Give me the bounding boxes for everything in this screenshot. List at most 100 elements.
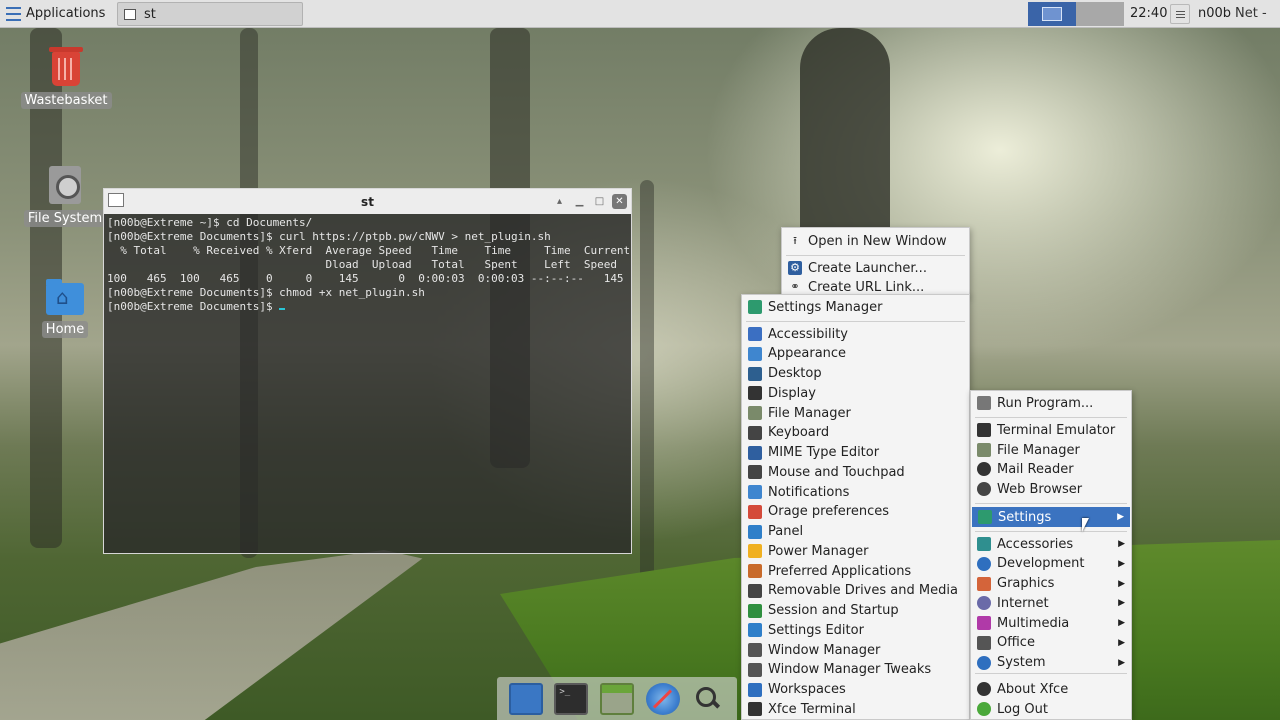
desktop-icon-wastebasket[interactable]: Wastebasket [20,47,112,109]
menu-item-display[interactable]: Display [742,383,969,403]
terminal-line: Dload Upload Total Spent Left Speed [107,258,617,271]
menu-item-power[interactable]: Power Manager [742,541,969,561]
menu-item-label: Multimedia [997,615,1070,631]
menu-item-label: Run Program... [997,395,1094,411]
menu-item-logout[interactable]: Log Out [971,699,1131,719]
terminal-cursor [279,308,286,310]
applications-label: Applications [26,6,106,21]
menu-item-label: Orage preferences [768,504,890,520]
menu-item-accessories[interactable]: Accessories ▶ [971,534,1131,554]
session-icon [748,603,762,618]
network-monitor[interactable]: Net - [1235,6,1267,21]
menu-item-terminal[interactable]: Terminal Emulator [971,420,1131,440]
user-name[interactable]: n00b [1198,6,1231,21]
development-icon [977,556,991,571]
menu-item-create-launcher[interactable]: ⚙ Create Launcher... [782,258,969,278]
terminal-window[interactable]: st ▴ ▁ □ ✕ [n00b@Extreme ~]$ cd Document… [103,188,632,554]
menu-item-mouse[interactable]: Mouse and Touchpad [742,462,969,482]
workspace-2[interactable] [1076,2,1124,26]
clock[interactable]: 22:40 [1130,6,1167,21]
panel-icon [748,524,762,539]
menu-item-open-in-new-window[interactable]: ⭱ Open in New Window [782,231,969,251]
menu-item-appearance[interactable]: Appearance [742,344,969,364]
menu-item-info[interactable]: About Xfce [971,679,1131,699]
terminal-title-bar[interactable]: st ▴ ▁ □ ✕ [104,189,631,214]
file-manager-icon [977,443,991,457]
menu-item-accessibility[interactable]: Accessibility [742,324,969,344]
menu-item-notifications[interactable]: Notifications [742,482,969,502]
window-menu-icon[interactable] [108,193,124,207]
menu-item-window-tweaks[interactable]: Window Manager Tweaks [742,660,969,680]
file-manager-icon [748,406,762,420]
file-manager-icon[interactable] [599,682,634,715]
menu-item-panel[interactable]: Panel [742,522,969,542]
menu-item-label: Settings Editor [768,622,864,638]
menu-item-label: Display [768,385,816,401]
search-icon[interactable] [691,683,725,715]
terminal-output[interactable]: [n00b@Extreme ~]$ cd Documents/[n00b@Ext… [104,214,631,316]
applications-menu-button[interactable]: Applications [0,0,111,28]
menu-item-development[interactable]: Development ▶ [971,554,1131,574]
menu-item-label: Settings Manager [768,299,883,315]
taskbar-item-terminal[interactable]: st [117,2,303,26]
window-manager-icon [748,643,762,657]
desktop-icon-label: File System [23,210,107,227]
mail-icon [977,462,991,476]
menu-item-run[interactable]: Run Program... [971,393,1131,413]
menu-item-graphics[interactable]: Graphics ▶ [971,574,1131,594]
menu-item-system[interactable]: System ▶ [971,653,1131,673]
menu-item-file-manager[interactable]: File Manager [742,403,969,423]
menu-item-multimedia[interactable]: Multimedia ▶ [971,613,1131,633]
applications-menu-icon [6,6,21,21]
menu-item-star[interactable]: Preferred Applications [742,561,969,581]
logout-icon [977,702,991,716]
menu-item-terminal[interactable]: Xfce Terminal [742,699,969,719]
menu-item-mime[interactable]: MIME Type Editor [742,443,969,463]
menu-item-label: Mail Reader [997,461,1074,477]
terminal-prompt: [n00b@Extreme Documents]$ [107,300,280,313]
taskbar-item-title: st [144,6,156,22]
menu-item-internet[interactable]: Internet ▶ [971,593,1131,613]
workspace-1[interactable] [1028,2,1076,26]
menu-item-label: Accessibility [768,326,848,342]
gear-icon: ⚙ [788,261,802,275]
menu-item-office[interactable]: Office ▶ [971,633,1131,653]
menu-item-label: Xfce Terminal [768,701,856,717]
menu-item-session[interactable]: Session and Startup [742,601,969,621]
panel-menu-button[interactable] [1170,4,1190,24]
show-desktop-icon[interactable] [508,682,543,715]
internet-icon [977,596,991,611]
trash-icon [49,47,83,86]
web-browser-icon[interactable] [645,682,680,715]
menu-item-web-browser[interactable]: Web Browser [971,479,1131,499]
menu-item-label: Removable Drives and Media [768,583,958,599]
drive-icon [49,166,81,204]
menu-item-label: Web Browser [997,481,1083,497]
menu-item-desktop[interactable]: Desktop [742,364,969,384]
menu-item-settings-editor[interactable]: Settings Editor [742,620,969,640]
menu-item-label: About Xfce [997,681,1069,697]
menu-item-keyboard[interactable]: Keyboard [742,423,969,443]
appearance-icon [748,346,762,361]
menu-item-label: Create URL Link... [808,279,925,295]
minimize-button[interactable]: ▁ [572,194,587,209]
menu-item-mail[interactable]: Mail Reader [971,459,1131,479]
shade-button[interactable]: ▴ [552,194,567,209]
graphics-icon [977,576,991,591]
desktop-icon-file-system[interactable]: File System [20,166,110,227]
menu-item-removable-drive[interactable]: Removable Drives and Media [742,581,969,601]
terminal-icon[interactable] [554,682,589,715]
menu-item-label: Window Manager [768,642,881,658]
desktop-icon-home[interactable]: Home [20,279,110,338]
menu-item-file-manager[interactable]: File Manager [971,440,1131,460]
menu-item-settings[interactable]: Settings ▶ [972,507,1130,527]
menu-item-label: Development [997,556,1085,572]
menu-item-calendar[interactable]: Orage preferences [742,502,969,522]
menu-item-window-manager[interactable]: Window Manager [742,640,969,660]
menu-item-settings-manager[interactable]: Settings Manager [742,297,969,317]
maximize-button[interactable]: □ [592,194,607,209]
close-button[interactable]: ✕ [612,194,627,209]
menu-item-label: Mouse and Touchpad [768,464,905,480]
menu-item-label: Preferred Applications [768,563,912,579]
menu-item-workspaces[interactable]: Workspaces [742,680,969,700]
